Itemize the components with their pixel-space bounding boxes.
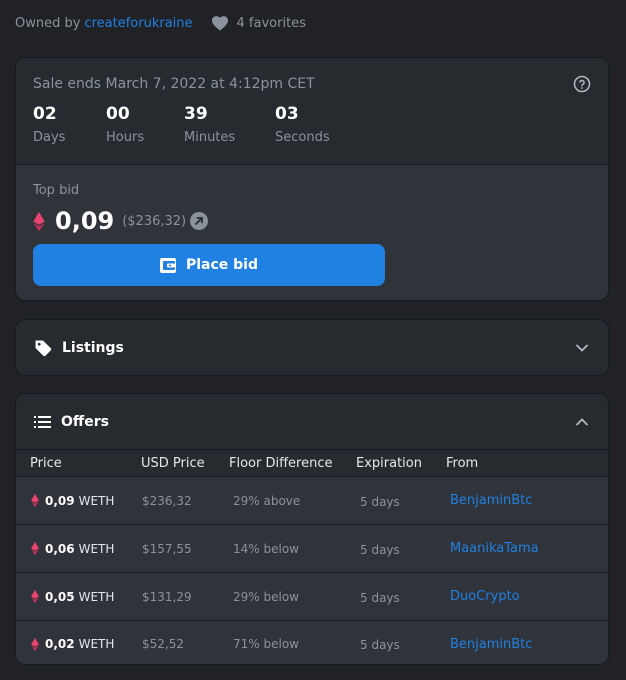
bid-area: Top bid 0,09 ($236,32) Place bid xyxy=(16,165,608,300)
column-usd-price: USD Price xyxy=(141,455,205,471)
offer-usd: $52,52 xyxy=(142,637,184,651)
wallet-icon xyxy=(159,257,176,273)
offer-usd: $131,29 xyxy=(142,589,192,604)
sale-ends-text: Sale ends March 7, 2022 at 4:12pm CET xyxy=(33,76,315,92)
favorites[interactable]: 4 favorites xyxy=(211,15,306,31)
timer-value: 02 xyxy=(33,104,57,124)
owner-prefix: Owned by xyxy=(15,15,81,31)
top-bid-label: Top bid xyxy=(33,183,80,198)
sale-card: Sale ends March 7, 2022 at 4:12pm CET 02… xyxy=(15,57,609,301)
column-price: Price xyxy=(30,455,62,471)
eth-icon xyxy=(33,211,45,231)
listings-panel[interactable]: Listings xyxy=(15,319,609,376)
offer-currency: WETH xyxy=(78,589,115,604)
offer-from-link[interactable]: BenjaminBtc xyxy=(450,493,608,508)
timer-seconds: 03 Seconds xyxy=(275,104,330,145)
place-bid-button[interactable]: Place bid xyxy=(33,244,385,286)
offer-floor: 14% below xyxy=(233,541,299,556)
offer-price-value: 0,02 xyxy=(45,637,75,651)
owner-row: Owned by createforukraine 4 favorites xyxy=(15,12,306,34)
place-bid-label: Place bid xyxy=(185,257,259,273)
timer-label: Hours xyxy=(106,130,145,145)
table-row: 0,06 WETH $157,55 14% below 5 days Maani… xyxy=(16,525,608,573)
eth-icon xyxy=(31,494,39,507)
heart-icon xyxy=(211,16,228,31)
timer-hours: 00 Hours xyxy=(106,104,184,145)
owner-link[interactable]: createforukraine xyxy=(84,16,192,31)
offer-expiration: 5 days xyxy=(360,494,400,509)
offer-usd: $236,32 xyxy=(142,493,192,508)
offer-from-link[interactable]: DuoCrypto xyxy=(450,589,608,604)
offers-header[interactable]: Offers xyxy=(16,394,608,450)
top-bid-price: 0,09 ($236,32) xyxy=(33,207,209,235)
sale-header: Sale ends March 7, 2022 at 4:12pm CET 02… xyxy=(16,58,608,165)
countdown-timer: 02 Days 00 Hours 39 Minutes 03 Seconds xyxy=(33,104,330,145)
favorites-count: 4 favorites xyxy=(236,15,306,31)
top-bid-usd: ($236,32) xyxy=(122,213,187,229)
offer-currency: WETH xyxy=(78,493,115,508)
offer-currency: WETH xyxy=(78,637,115,651)
listings-header[interactable]: Listings xyxy=(16,320,608,375)
timer-value: 03 xyxy=(275,104,299,124)
table-row: 0,05 WETH $131,29 29% below 5 days DuoCr… xyxy=(16,573,608,621)
offer-usd: $157,55 xyxy=(142,541,192,556)
offer-price: 0,02 WETH xyxy=(16,637,142,651)
column-from: From xyxy=(446,455,479,471)
eth-icon xyxy=(31,542,39,555)
timer-value: 39 xyxy=(184,104,208,124)
timer-days: 02 Days xyxy=(33,104,106,145)
list-icon xyxy=(34,415,51,428)
offer-price-value: 0,06 xyxy=(45,541,75,556)
offer-floor: 71% below xyxy=(233,637,299,651)
offer-price: 0,06 WETH xyxy=(16,542,142,556)
offer-expiration: 5 days xyxy=(360,542,400,557)
tag-icon xyxy=(35,340,52,356)
column-expiration: Expiration xyxy=(356,455,422,471)
timer-label: Days xyxy=(33,130,66,145)
timer-label: Seconds xyxy=(275,130,330,145)
offer-expiration: 5 days xyxy=(360,590,400,605)
offer-from-link[interactable]: MaanikaTama xyxy=(450,541,608,556)
chevron-up-icon[interactable] xyxy=(576,417,588,426)
table-row: 0,09 WETH $236,32 29% above 5 days Benja… xyxy=(16,477,608,525)
column-floor-difference: Floor Difference xyxy=(229,455,333,471)
offer-floor: 29% above xyxy=(233,493,301,508)
listings-title: Listings xyxy=(62,339,124,356)
offer-expiration: 5 days xyxy=(360,638,400,652)
offers-title: Offers xyxy=(61,413,109,430)
offer-currency: WETH xyxy=(78,541,115,556)
offer-price-value: 0,05 xyxy=(45,589,75,604)
timer-value: 00 xyxy=(106,104,130,124)
help-icon[interactable] xyxy=(573,75,591,93)
offers-table-header: Price USD Price Floor Difference Expirat… xyxy=(16,450,608,477)
offer-floor: 29% below xyxy=(233,589,299,604)
offer-price-value: 0,09 xyxy=(45,493,75,508)
eth-icon xyxy=(31,590,39,603)
timer-minutes: 39 Minutes xyxy=(184,104,275,145)
external-arrow-icon[interactable] xyxy=(190,212,209,230)
offer-from-link[interactable]: BenjaminBtc xyxy=(450,637,608,652)
timer-label: Minutes xyxy=(184,130,236,145)
eth-icon xyxy=(31,637,39,651)
offers-panel: Offers Price USD Price Floor Difference … xyxy=(15,393,609,665)
chevron-down-icon[interactable] xyxy=(576,344,588,352)
table-row: 0,02 WETH $52,52 71% below 5 days Benjam… xyxy=(16,621,608,664)
offer-price: 0,09 WETH xyxy=(16,494,142,508)
top-bid-amount: 0,09 xyxy=(55,207,115,235)
offer-price: 0,05 WETH xyxy=(16,590,142,604)
